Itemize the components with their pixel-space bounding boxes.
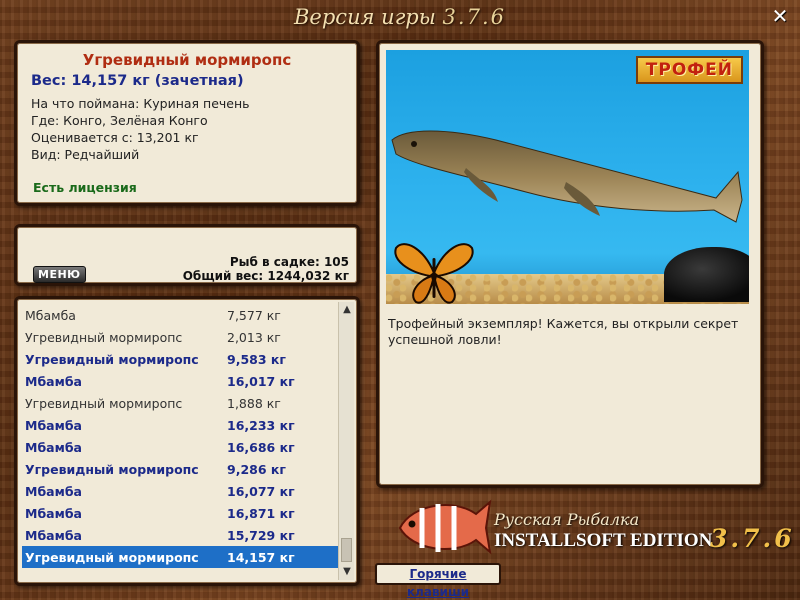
catch-list-row[interactable]: Мбамба 16,077 кг [22,480,338,502]
license-status: Есть лицензия [33,180,137,195]
catch-fish-name: Угревидный мормиропс [25,549,199,565]
catch-fish-name: Мбамба [25,505,82,521]
catch-list-row[interactable]: Угревидный мормиропс 9,286 кг [22,458,338,480]
fish-count: Рыб в садке: 105 [229,255,349,269]
catch-fish-name: Мбамба [25,439,82,455]
catch-fish-weight: 9,286 кг [227,461,286,477]
fish-weight: Вес: 14,157 кг (зачетная) [31,73,244,89]
catch-fish-weight: 16,871 кг [227,505,295,521]
catch-list-row[interactable]: Мбамба 7,577 кг [22,304,338,326]
catch-fish-name: Мбамба [25,483,82,499]
catch-fish-weight: 7,577 кг [227,307,281,323]
scroll-up-icon[interactable]: ▲ [339,302,355,318]
fish-photo: ТРОФЕЙ [386,50,749,304]
trophy-message: Трофейный экземпляр! Кажется, вы открыли… [388,316,739,347]
catch-fish-name: Мбамба [25,307,76,323]
close-button[interactable]: ✕ [770,6,790,26]
catch-list-row[interactable]: Угревидный мормиропс 1,888 кг [22,392,338,414]
catch-fish-name: Угревидный мормиропс [25,461,199,477]
fish-image-panel: ТРОФЕЙ Трофейный экземпляр! Кажется, вы … [376,40,764,488]
catch-fish-weight: 9,583 кг [227,351,286,367]
catch-list-row[interactable]: Угревидный мормиропс 2,013 кг [22,326,338,348]
scroll-thumb[interactable] [341,538,352,562]
catch-list-row[interactable]: Угревидный мормиропс 14,157 кг [22,546,338,568]
catch-list-row[interactable]: Угревидный мормиропс 9,583 кг [22,348,338,370]
hotkeys-button[interactable]: Горячие клавиши [375,563,501,599]
catch-list-row[interactable]: Мбамба 16,871 кг [22,502,338,524]
catch-fish-weight: 2,013 кг [227,329,281,345]
logo-fish-icon [398,499,492,555]
title-version: 3.7.6 [442,5,506,29]
logo-version: 3.7.6 [710,524,795,553]
title-bar: Версия игры 3.7.6 ✕ [0,0,800,38]
scroll-down-icon[interactable]: ▼ [339,564,355,580]
catch-list: Мбамба 7,577 кг Угревидный мормиропс 2,013 … [22,304,338,568]
fish-valued-from: Оценивается с: 13,201 кг [31,130,199,145]
catch-fish-name: Мбамба [25,527,82,543]
game-logo: Русская Рыбалка INSTALLSOFT EDITION 3.7.… [384,492,794,562]
catch-list-row[interactable]: Мбамба 16,017 кг [22,370,338,392]
catch-list-panel: Мбамба 7,577 кг Угревидный мормиропс 2,013 … [14,296,360,586]
catch-fish-name: Мбамба [25,417,82,433]
catch-list-row[interactable]: Мбамба 15,729 кг [22,524,338,546]
catch-fish-name: Угревидный мормиропс [25,329,183,345]
fish-location: Где: Конго, Зелёная Конго [31,113,208,128]
keepnet-stats-panel: МЕНЮ Рыб в садке: 105 Общий вес: 1244,03… [14,224,360,286]
butterfly-decoration [394,243,474,304]
catch-fish-weight: 1,888 кг [227,395,281,411]
catch-fish-weight: 16,233 кг [227,417,295,433]
catch-fish-weight: 15,729 кг [227,527,295,543]
catch-list-row[interactable]: Мбамба 16,233 кг [22,414,338,436]
fish-bait: На что поймана: Куриная печень [31,96,250,111]
catch-fish-weight: 16,017 кг [227,373,295,389]
catch-fish-weight: 16,686 кг [227,439,295,455]
catch-fish-weight: 16,077 кг [227,483,295,499]
logo-edition: INSTALLSOFT EDITION [494,530,713,551]
title-prefix: Версия игры [294,5,436,29]
menu-button[interactable]: МЕНЮ [33,266,86,283]
fish-info-panel: Угревидный мормиропс Вес: 14,157 кг (зач… [14,40,360,206]
fish-name: Угревидный мормиропс [82,51,292,69]
catch-fish-name: Угревидный мормиропс [25,395,183,411]
total-weight: Общий вес: 1244,032 кг [182,269,349,283]
game-version-title: Версия игры 3.7.6 [0,5,800,29]
catch-list-row[interactable]: Мбамба 16,686 кг [22,436,338,458]
catch-fish-weight: 14,157 кг [227,549,295,565]
catch-fish-name: Мбамба [25,373,82,389]
trophy-badge: ТРОФЕЙ [635,56,743,84]
catch-fish-name: Угревидный мормиропс [25,351,199,367]
list-scrollbar[interactable]: ▲ ▼ [338,302,354,580]
logo-title: Русская Рыбалка [494,510,640,529]
fish-rarity: Вид: Редчайший [31,147,140,162]
